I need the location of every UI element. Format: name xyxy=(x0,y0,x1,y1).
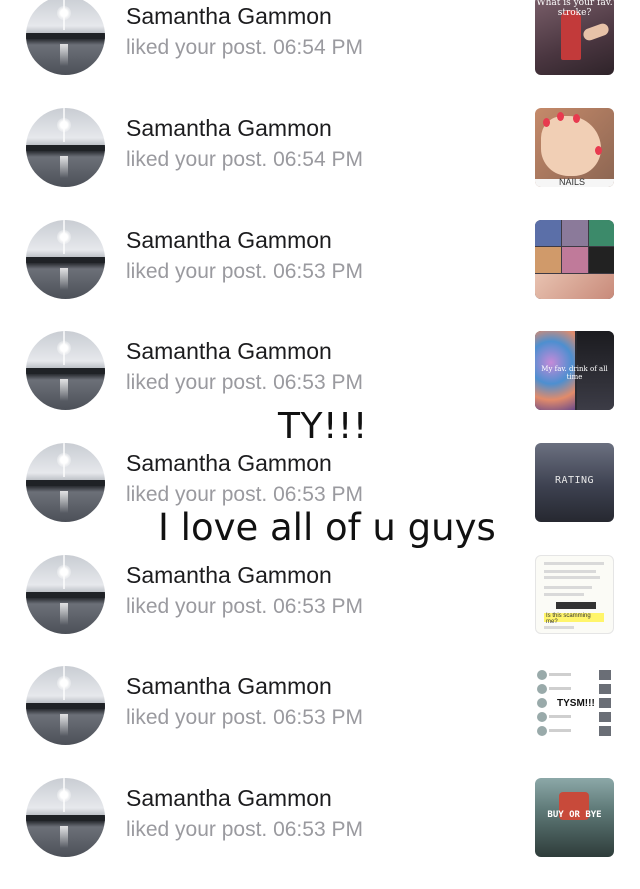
avatar[interactable] xyxy=(26,666,105,745)
user-name[interactable]: Samantha Gammon xyxy=(126,338,332,365)
notification-row[interactable]: Samantha Gammon liked your post. 06:53 P… xyxy=(0,220,640,331)
post-thumbnail[interactable]: My fav. drink of all time xyxy=(535,331,614,410)
notification-text: liked your post. 06:53 PM xyxy=(126,371,363,394)
notification-text: liked your post. 06:53 PM xyxy=(126,595,363,618)
avatar[interactable] xyxy=(26,443,105,522)
thumbnail-caption: NAILS xyxy=(559,177,586,187)
post-thumbnail[interactable] xyxy=(535,220,614,299)
thumbnail-caption: Is this scamming me? xyxy=(546,613,591,625)
overlay-caption-line1: TY!!! xyxy=(278,406,368,447)
overlay-caption-line2: I love all of u guys xyxy=(158,506,496,549)
thumbnail-caption: TYSM!!! xyxy=(557,698,595,709)
avatar[interactable] xyxy=(26,0,105,75)
user-name[interactable]: Samantha Gammon xyxy=(126,115,332,142)
thumbnail-caption: RATING xyxy=(554,475,595,486)
avatar[interactable] xyxy=(26,555,105,634)
notification-text: liked your post. 06:53 PM xyxy=(126,818,363,841)
user-name[interactable]: Samantha Gammon xyxy=(126,673,332,700)
user-name[interactable]: Samantha Gammon xyxy=(126,562,332,589)
user-name[interactable]: Samantha Gammon xyxy=(126,227,332,254)
thumbnail-caption: My fav. drink of all time xyxy=(541,365,608,381)
post-thumbnail[interactable]: NAILS xyxy=(535,108,614,187)
notification-text: liked your post. 06:54 PM xyxy=(126,148,363,171)
notification-text: liked your post. 06:53 PM xyxy=(126,706,363,729)
notification-text: liked your post. 06:54 PM xyxy=(126,36,363,59)
avatar[interactable] xyxy=(26,108,105,187)
post-thumbnail[interactable]: TYSM!!! xyxy=(535,666,614,745)
notification-row[interactable]: Samantha Gammon liked your post. 06:53 P… xyxy=(0,555,640,666)
notification-row[interactable]: Samantha Gammon liked your post. 06:53 P… xyxy=(0,778,640,889)
notification-text: liked your post. 06:53 PM xyxy=(126,260,363,283)
user-name[interactable]: Samantha Gammon xyxy=(126,450,332,477)
notification-text: liked your post. 06:53 PM xyxy=(126,483,363,506)
thumbnail-caption: What is your fav. stroke? xyxy=(536,0,613,18)
avatar[interactable] xyxy=(26,778,105,857)
user-name[interactable]: Samantha Gammon xyxy=(126,3,332,30)
post-thumbnail[interactable]: What is your fav. stroke? xyxy=(535,0,614,75)
notification-row[interactable]: Samantha Gammon liked your post. 06:54 P… xyxy=(0,108,640,219)
avatar[interactable] xyxy=(26,331,105,410)
post-thumbnail[interactable]: RATING xyxy=(535,443,614,522)
post-thumbnail[interactable]: Is this scamming me? xyxy=(535,555,614,634)
user-name[interactable]: Samantha Gammon xyxy=(126,785,332,812)
post-thumbnail[interactable]: BUY OR BYE xyxy=(535,778,614,857)
avatar[interactable] xyxy=(26,220,105,299)
thumbnail-caption: BUY OR BYE xyxy=(547,810,602,820)
notification-row[interactable]: Samantha Gammon liked your post. 06:53 P… xyxy=(0,666,640,777)
notification-row[interactable]: Samantha Gammon liked your post. 06:54 P… xyxy=(0,0,640,107)
